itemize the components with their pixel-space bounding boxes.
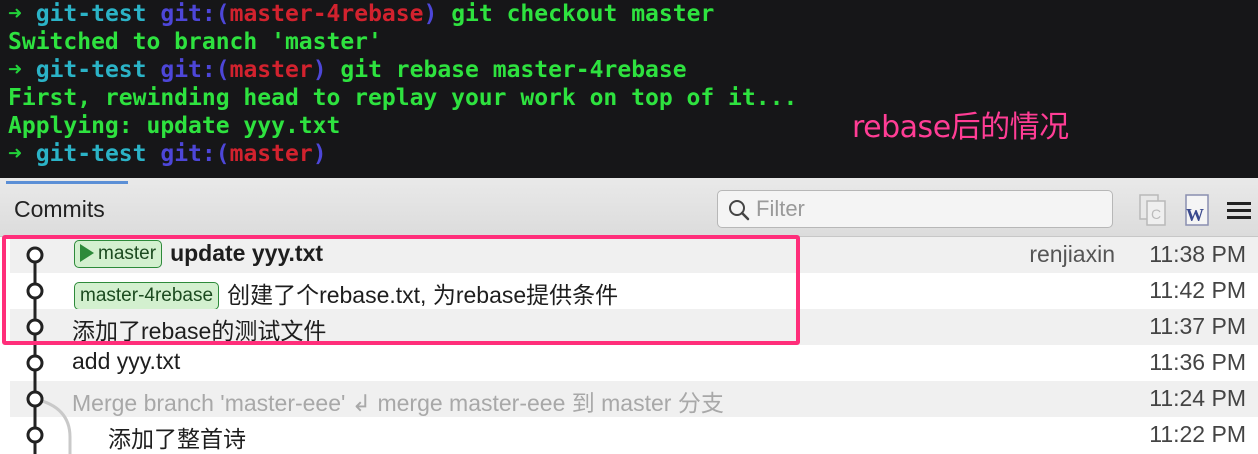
menu-icon[interactable] [1226,193,1252,227]
annotation-label: rebase后的情况 [852,110,1069,145]
tab-commits[interactable]: Commits [14,196,105,223]
commit-row[interactable]: add yyy.txt 11:36 PM [10,345,1258,381]
commit-time: 11:38 PM [1149,241,1246,267]
terminal-prompt-line: ➜ git-test git:(master) [8,140,327,168]
terminal-panel: ➜ git-test git:(master-4rebase) git chec… [0,0,1258,178]
prompt-dir: git-test [35,1,147,27]
commit-row[interactable]: 添加了整首诗 11:22 PM [10,417,1258,453]
search-icon [729,200,750,221]
filter-box[interactable] [717,190,1113,228]
commit-row[interactable]: Merge branch 'master-eee' ↲ merge master… [10,381,1258,417]
prompt-dir: git-test [35,141,147,167]
terminal-output-line: Switched to branch 'master' [8,29,382,55]
commit-time: 11:37 PM [1149,313,1246,339]
commit-time: 11:36 PM [1149,349,1246,375]
prompt-dir: git-test [35,57,147,83]
filter-input[interactable] [756,194,1096,224]
prompt-close: ) [312,57,327,83]
prompt-git: git:( [160,57,230,83]
prompt-command: git checkout master [437,1,715,27]
prompt-arrow-icon: ➜ [8,57,22,83]
prompt-arrow-icon: ➜ [8,141,22,167]
prompt-git: git:( [160,141,230,167]
commit-time: 11:24 PM [1149,385,1246,411]
tab-underline [6,181,128,184]
copy-icon[interactable]: C [1138,193,1168,227]
terminal-prompt-line: ➜ git-test git:(master) git rebase maste… [8,56,687,84]
svg-text:W: W [1186,205,1204,225]
prompt-command: git rebase master-4rebase [326,57,687,83]
terminal-output-line: Applying: update yyy.txt [8,113,341,139]
terminal-prompt-line: ➜ git-test git:(master-4rebase) git chec… [8,0,714,28]
commit-time: 11:22 PM [1149,421,1246,447]
prompt-branch: master-4rebase [229,1,424,27]
prompt-close: ) [423,1,438,27]
commit-time: 11:42 PM [1149,277,1246,303]
word-icon[interactable]: W [1180,193,1212,227]
prompt-branch: master [229,57,313,83]
commit-author: renjiaxin [1029,241,1115,267]
prompt-close: ) [312,141,327,167]
prompt-branch: master [229,141,313,167]
commit-message: Merge branch 'master-eee' ↲ merge master… [72,390,724,416]
prompt-git: git:( [160,1,230,27]
highlight-box [2,235,800,345]
prompt-arrow-icon: ➜ [8,1,22,27]
svg-text:C: C [1151,206,1161,222]
commit-message: 添加了整首诗 [108,426,246,452]
terminal-output-line: First, rewinding head to replay your wor… [8,85,798,111]
